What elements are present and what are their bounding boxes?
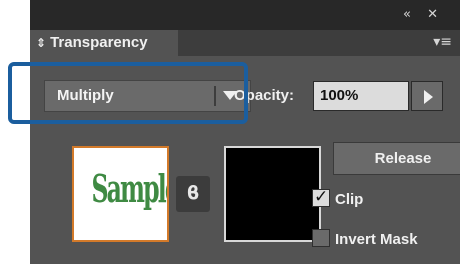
tab-label: Transparency xyxy=(50,34,148,51)
opacity-slider-button[interactable] xyxy=(411,81,443,111)
thumbnail-sample-text: Sample xyxy=(91,166,167,211)
link-mask-button[interactable]: ϐ xyxy=(176,176,210,212)
expand-arrows-icon: ⇕ xyxy=(36,36,47,50)
chain-link-icon: ϐ xyxy=(186,182,200,204)
release-button[interactable]: Release xyxy=(333,142,460,175)
checkmark-icon: ✓ xyxy=(314,187,329,207)
collapse-icon[interactable]: « xyxy=(403,7,417,22)
invert-mask-checkbox[interactable] xyxy=(312,229,330,247)
opacity-input[interactable]: 100% xyxy=(313,81,409,111)
highlight-callout xyxy=(8,62,248,124)
panel-titlebar: « ✕ xyxy=(30,0,460,30)
mask-thumbnail[interactable] xyxy=(224,146,321,242)
close-icon[interactable]: ✕ xyxy=(427,7,444,22)
panel-menu-icon[interactable]: ▾≡ xyxy=(433,34,452,50)
invert-mask-label: Invert Mask xyxy=(335,231,418,248)
panel-tab-row: ⇕ Transparency ▾≡ xyxy=(30,30,460,56)
titlebar-controls: « ✕ xyxy=(403,7,444,22)
clip-label: Clip xyxy=(335,191,364,208)
artwork-thumbnail[interactable]: Sample xyxy=(72,146,169,242)
transparency-panel: « ✕ ⇕ Transparency ▾≡ Multiply Opacity: 1… xyxy=(30,0,460,264)
clip-checkbox[interactable]: ✓ xyxy=(312,187,330,207)
tab-transparency[interactable]: ⇕ Transparency xyxy=(30,30,178,56)
chevron-right-icon xyxy=(424,90,433,104)
